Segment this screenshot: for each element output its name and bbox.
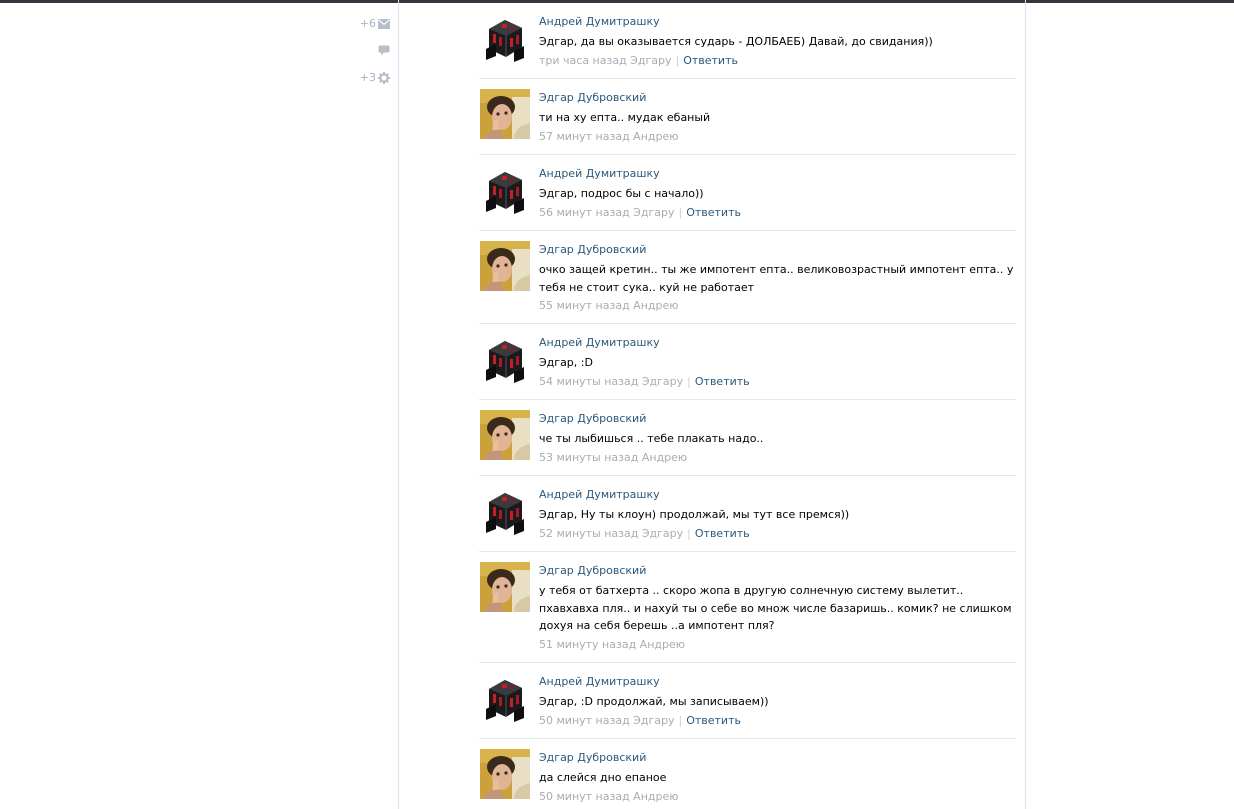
comment-timestamp[interactable]: 57 минут назад Андрею xyxy=(539,130,679,143)
comment-author-link[interactable]: Андрей Думитрашку xyxy=(539,336,1017,350)
comment-author-link[interactable]: Эдгар Дубровский xyxy=(539,91,1017,105)
comment-author-link[interactable]: Эдгар Дубровский xyxy=(539,243,1017,257)
comment-timestamp[interactable]: 51 минуту назад Андрею xyxy=(539,638,685,651)
photo-avatar[interactable] xyxy=(480,241,530,291)
comments-link[interactable] xyxy=(340,37,390,64)
black-box-avatar[interactable] xyxy=(480,165,530,215)
comment-body: Андрей Думитрашку Эдгар, :D 54 минуты наза… xyxy=(539,336,1017,389)
comment-text: че ты лыбишься .. тебе плакать надо.. xyxy=(539,432,764,445)
reply-link[interactable]: Ответить xyxy=(695,527,750,540)
comment-timestamp[interactable]: 50 минут назад Эдгару xyxy=(539,714,674,727)
comment-text: ти на ху епта.. мудак ебаный xyxy=(539,111,711,124)
comment-text: Эдгар, Ну ты клоун) продолжай, мы тут вс… xyxy=(539,508,850,521)
comment-body: Андрей Думитрашку Эдгар, да вы оказываетс… xyxy=(539,15,1017,68)
settings-link[interactable]: +3 xyxy=(340,64,390,91)
comments-list: Андрей Думитрашку Эдгар, да вы оказываетс… xyxy=(479,3,1016,809)
comment-meta: 54 минуты назад Эдгару | Ответить xyxy=(539,375,1017,389)
comment-body: Эдгар Дубровский да слейся дно епаное 50 м… xyxy=(539,751,1017,804)
comment-timestamp[interactable]: 53 минуты назад Андрею xyxy=(539,451,687,464)
comment-meta: 51 минуту назад Андрею xyxy=(539,638,1017,652)
content-column: Андрей Думитрашку Эдгар, да вы оказываетс… xyxy=(398,0,1026,809)
photo-avatar[interactable] xyxy=(480,410,530,460)
comment-meta: 52 минуты назад Эдгару | Ответить xyxy=(539,527,1017,541)
comment-body: Андрей Думитрашку Эдгар, Ну ты клоун) про… xyxy=(539,488,1017,541)
comment-timestamp[interactable]: три часа назад Эдгару xyxy=(539,54,671,67)
left-menu: +6 +3 xyxy=(340,10,390,91)
comment-item: Эдгар Дубровский у тебя от батхерта .. ск… xyxy=(479,552,1016,663)
photo-avatar[interactable] xyxy=(480,89,530,139)
comment-item: Андрей Думитрашку Эдгар, подрос бы с нача… xyxy=(479,155,1016,231)
messages-link[interactable]: +6 xyxy=(340,10,390,37)
comment-meta: три часа назад Эдгару | Ответить xyxy=(539,54,1017,68)
comment-item: Эдгар Дубровский да слейся дно епаное 50 м… xyxy=(479,739,1016,809)
comment-body: Андрей Думитрашку Эдгар, подрос бы с нача… xyxy=(539,167,1017,220)
page: +6 +3 Андрей Думитрашку Эдгар, да вы ока… xyxy=(0,0,1234,809)
photo-avatar[interactable] xyxy=(480,749,530,799)
comment-item: Андрей Думитрашку Эдгар, :D продолжай, мы… xyxy=(479,663,1016,739)
comment-timestamp[interactable]: 56 минут назад Эдгару xyxy=(539,206,674,219)
comment-author-link[interactable]: Эдгар Дубровский xyxy=(539,751,1017,765)
comment-item: Эдгар Дубровский че ты лыбишься .. тебе п… xyxy=(479,400,1016,476)
speech-bubble-icon xyxy=(378,45,390,56)
comment-timestamp[interactable]: 52 минуты назад Эдгару xyxy=(539,527,683,540)
comment-body: Андрей Думитрашку Эдгар, :D продолжай, мы… xyxy=(539,675,1017,728)
comment-body: Эдгар Дубровский у тебя от батхерта .. ск… xyxy=(539,564,1017,652)
reply-link[interactable]: Ответить xyxy=(695,375,750,388)
meta-separator: | xyxy=(678,713,683,727)
comment-text: Эдгар, да вы оказывается сударь - ДОЛБАЕ… xyxy=(539,35,933,48)
comment-meta: 50 минут назад Эдгару | Ответить xyxy=(539,714,1017,728)
comment-text: очко защей кретин.. ты же импотент епта.… xyxy=(539,263,1014,294)
comment-body: Эдгар Дубровский че ты лыбишься .. тебе п… xyxy=(539,412,1017,465)
comment-item: Андрей Думитрашку Эдгар, :D 54 минуты наза… xyxy=(479,324,1016,400)
comment-author-link[interactable]: Андрей Думитрашку xyxy=(539,675,1017,689)
comment-meta: 56 минут назад Эдгару | Ответить xyxy=(539,206,1017,220)
settings-count: +3 xyxy=(359,71,376,84)
meta-separator: | xyxy=(678,205,683,219)
comment-timestamp[interactable]: 50 минут назад Андрею xyxy=(539,790,679,803)
black-box-avatar[interactable] xyxy=(480,13,530,63)
meta-separator: | xyxy=(687,526,691,540)
comment-text: Эдгар, подрос бы с начало)) xyxy=(539,187,704,200)
comment-timestamp[interactable]: 55 минут назад Андрею xyxy=(539,299,679,312)
reply-link[interactable]: Ответить xyxy=(686,206,741,219)
comment-meta: 53 минуты назад Андрею xyxy=(539,451,1017,465)
comment-item: Андрей Думитрашку Эдгар, Ну ты клоун) про… xyxy=(479,476,1016,552)
comment-body: Эдгар Дубровский очко защей кретин.. ты ж… xyxy=(539,243,1017,313)
comment-body: Эдгар Дубровский ти на ху епта.. мудак еб… xyxy=(539,91,1017,144)
black-box-avatar[interactable] xyxy=(480,486,530,536)
comment-meta: 55 минут назад Андрею xyxy=(539,299,1017,313)
reply-link[interactable]: Ответить xyxy=(686,714,741,727)
gear-icon xyxy=(378,71,390,84)
comment-text: у тебя от батхерта .. скоро жопа в другу… xyxy=(539,584,1012,632)
comment-item: Андрей Думитрашку Эдгар, да вы оказываетс… xyxy=(479,3,1016,79)
comment-meta: 50 минут назад Андрею xyxy=(539,790,1017,804)
comment-author-link[interactable]: Эдгар Дубровский xyxy=(539,412,1017,426)
comment-timestamp[interactable]: 54 минуты назад Эдгару xyxy=(539,375,683,388)
comment-text: Эдгар, :D продолжай, мы записываем)) xyxy=(539,695,769,708)
comment-meta: 57 минут назад Андрею xyxy=(539,130,1017,144)
comment-author-link[interactable]: Эдгар Дубровский xyxy=(539,564,1017,578)
reply-link[interactable]: Ответить xyxy=(683,54,738,67)
messages-count: +6 xyxy=(359,17,376,30)
comment-text: Эдгар, :D xyxy=(539,356,593,369)
black-box-avatar[interactable] xyxy=(480,673,530,723)
envelope-icon xyxy=(378,18,390,29)
comment-text: да слейся дно епаное xyxy=(539,771,667,784)
meta-separator: | xyxy=(687,374,691,388)
comment-item: Эдгар Дубровский ти на ху епта.. мудак еб… xyxy=(479,79,1016,155)
meta-separator: | xyxy=(675,53,680,67)
black-box-avatar[interactable] xyxy=(480,334,530,384)
comment-author-link[interactable]: Андрей Думитрашку xyxy=(539,167,1017,181)
comment-author-link[interactable]: Андрей Думитрашку xyxy=(539,15,1017,29)
photo-avatar[interactable] xyxy=(480,562,530,612)
comment-author-link[interactable]: Андрей Думитрашку xyxy=(539,488,1017,502)
comment-item: Эдгар Дубровский очко защей кретин.. ты ж… xyxy=(479,231,1016,324)
